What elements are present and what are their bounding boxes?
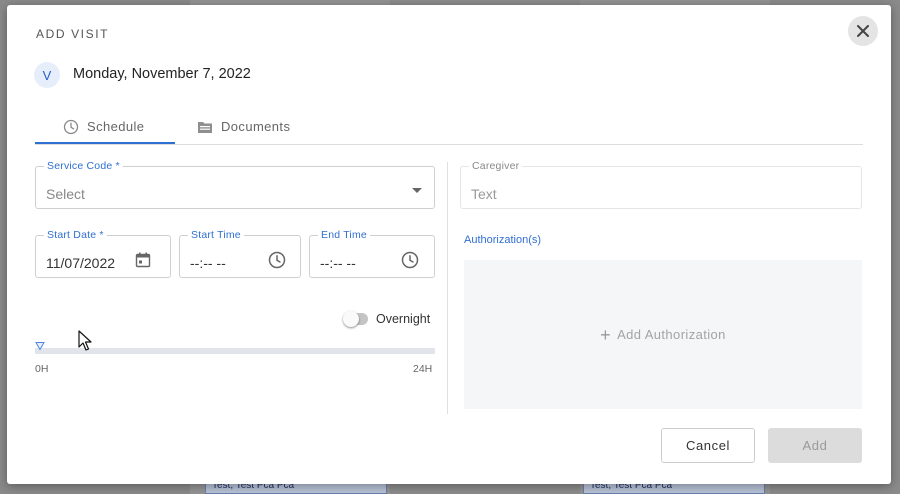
start-date-value: 11/07/2022 — [46, 255, 116, 271]
mouse-cursor-icon — [78, 330, 92, 352]
caregiver-placeholder: Text — [471, 186, 497, 202]
folder-icon — [197, 120, 213, 134]
tab-label: Documents — [221, 119, 291, 134]
overnight-label: Overnight — [376, 312, 431, 326]
tab-label: Schedule — [87, 119, 145, 134]
range-min-label: 0H — [35, 363, 49, 375]
service-code-placeholder: Select — [46, 186, 85, 202]
start-time-label: Start Time — [188, 229, 244, 241]
authorizations-label: Authorization(s) — [464, 234, 542, 246]
tab-schedule[interactable]: Schedule — [63, 109, 144, 144]
close-icon — [857, 25, 869, 37]
plus-icon: + — [600, 324, 612, 345]
calendar-icon[interactable] — [135, 252, 151, 268]
range-max-label: 24H — [413, 363, 433, 375]
dialog-title: ADD VISIT — [36, 27, 110, 41]
start-time-field[interactable]: Start Time --:-- -- — [179, 229, 301, 278]
add-authorization-button[interactable]: + Add Authorization — [464, 260, 862, 409]
start-date-label: Start Date * — [44, 229, 107, 241]
start-time-value: --:-- -- — [190, 255, 226, 271]
end-time-label: End Time — [318, 229, 370, 241]
service-code-label: Service Code * — [44, 160, 123, 172]
add-visit-dialog: ADD VISIT V Monday, November 7, 2022 Sch… — [7, 5, 891, 484]
add-button[interactable]: Add — [768, 428, 862, 463]
start-date-field[interactable]: Start Date * 11/07/2022 — [35, 229, 171, 278]
avatar: V — [34, 62, 60, 88]
service-code-select[interactable]: Service Code * Select — [35, 160, 435, 209]
tab-documents[interactable]: Documents — [197, 109, 290, 144]
end-time-field[interactable]: End Time --:-- -- — [309, 229, 435, 278]
visit-date: Monday, November 7, 2022 — [73, 66, 251, 82]
caregiver-label: Caregiver — [469, 160, 523, 172]
add-authorization-label: Add Authorization — [617, 327, 726, 342]
cancel-button[interactable]: Cancel — [661, 428, 755, 463]
caregiver-field[interactable]: Caregiver Text — [460, 160, 862, 209]
toggle-knob — [343, 311, 359, 327]
range-handle-icon[interactable] — [35, 341, 45, 351]
time-range-track[interactable] — [35, 348, 435, 354]
clock-icon[interactable] — [268, 251, 286, 269]
clock-icon — [63, 119, 79, 135]
dropdown-arrow-icon — [411, 187, 423, 194]
close-button[interactable] — [848, 16, 878, 46]
overnight-toggle[interactable] — [343, 311, 368, 327]
tab-divider — [35, 144, 863, 145]
clock-icon[interactable] — [401, 251, 419, 269]
end-time-value: --:-- -- — [320, 255, 356, 271]
column-divider — [447, 162, 448, 414]
